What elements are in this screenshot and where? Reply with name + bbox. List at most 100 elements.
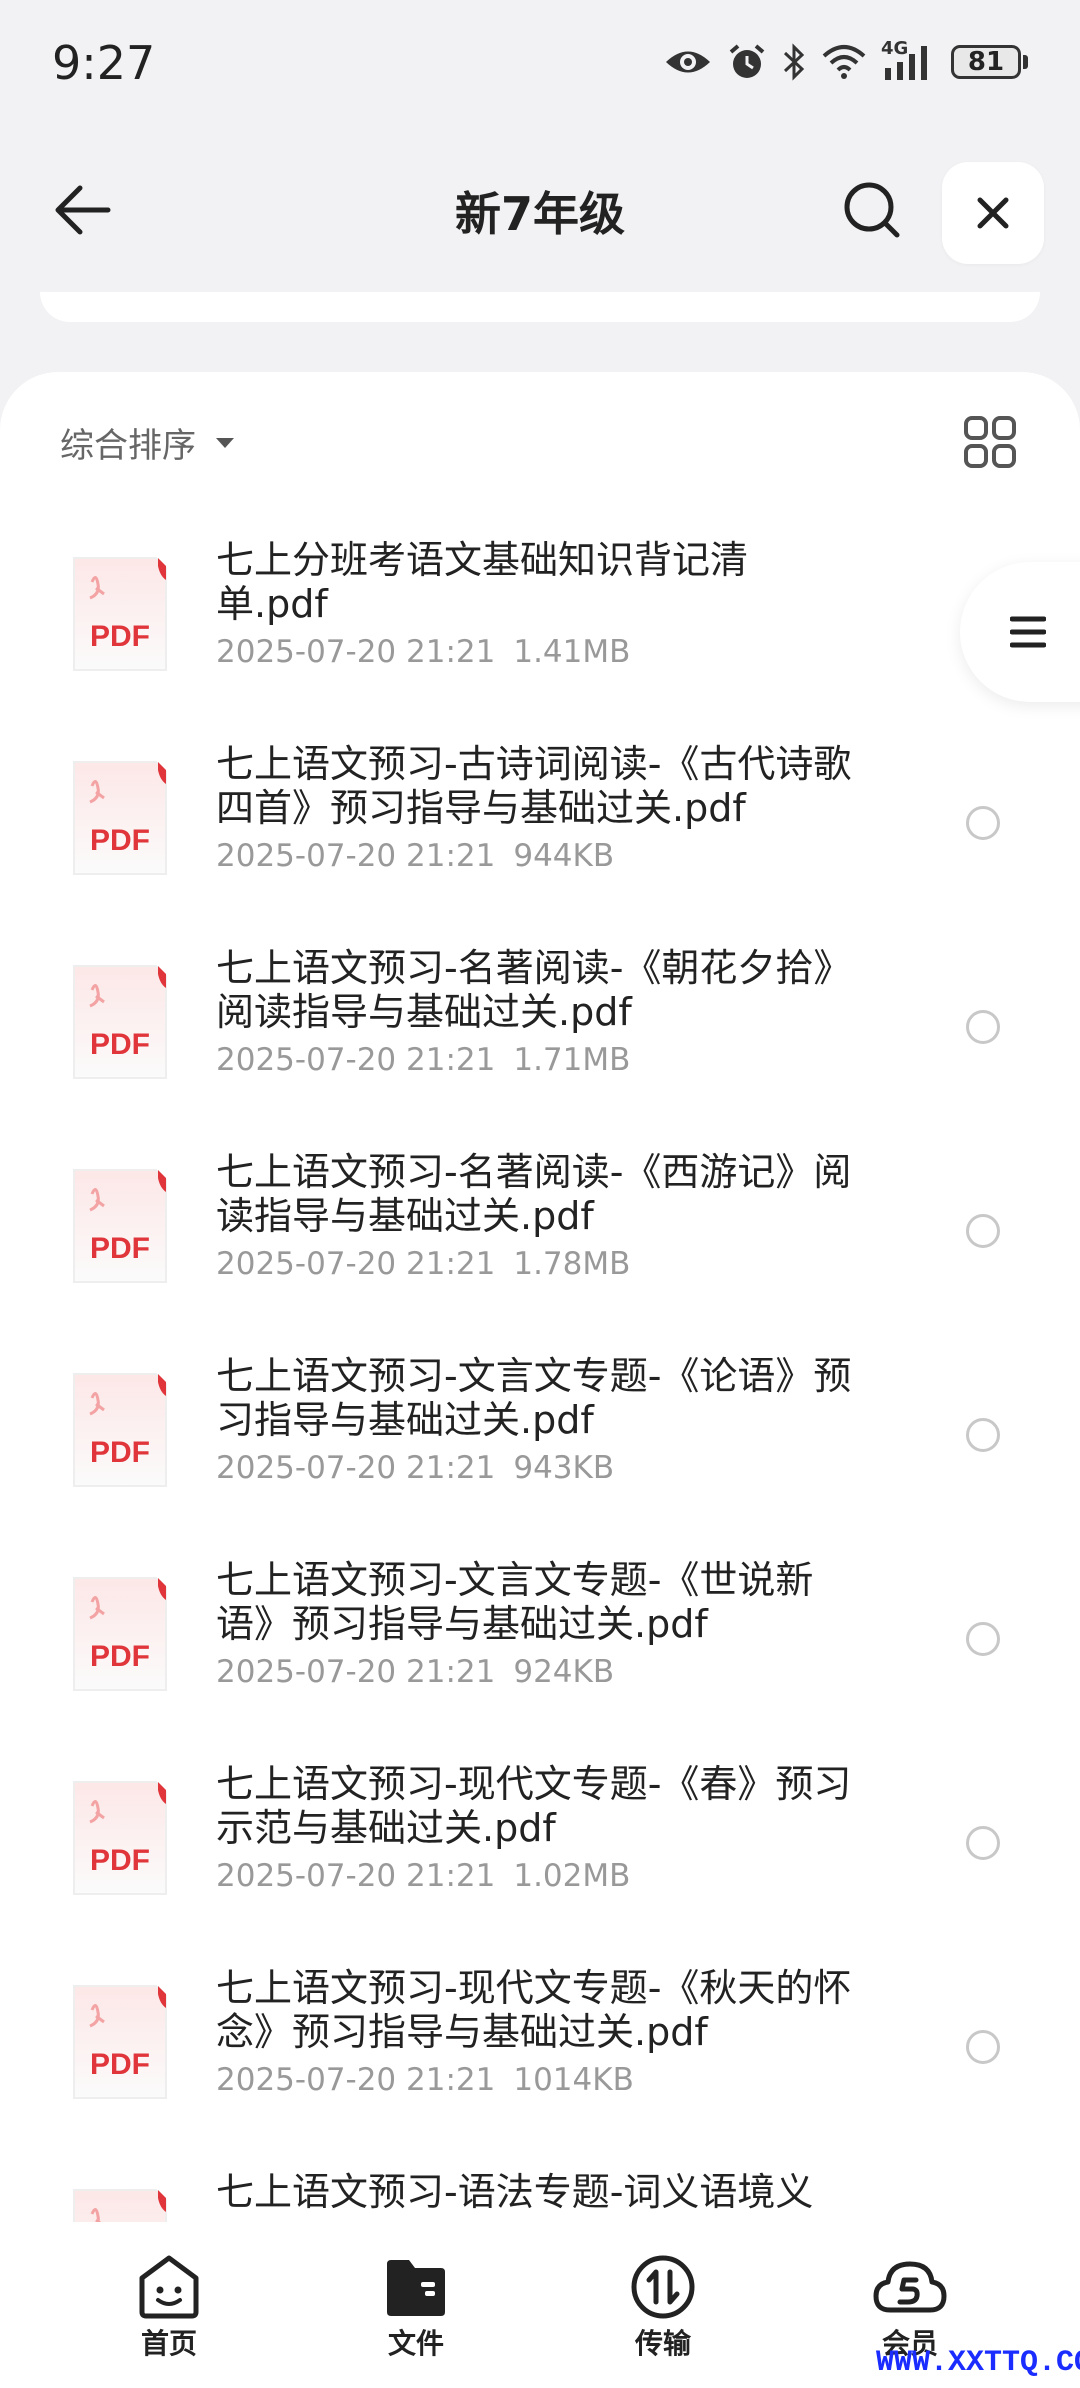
search-button[interactable]: [832, 170, 912, 250]
status-time: 9:27: [52, 36, 156, 90]
cellular-signal-icon: 4G: [881, 38, 937, 82]
pdf-file-icon: PDF: [70, 554, 170, 674]
file-size: 1.71MB: [513, 1042, 631, 1078]
file-meta: 2025-07-20 21:21 1.41MB: [216, 634, 630, 670]
file-size: 1.41MB: [513, 634, 631, 670]
back-button[interactable]: [46, 174, 118, 246]
file-date: 2025-07-20 21:21: [216, 1654, 496, 1690]
close-icon: [977, 197, 1009, 229]
nav-home-label: 首页: [140, 2327, 197, 2360]
nav-transfer-label: 传输: [634, 2327, 691, 2360]
header: 新7年级: [0, 140, 1080, 280]
folder-icon: [387, 2260, 445, 2316]
file-size: 1.02MB: [513, 1858, 631, 1894]
grid-icon: [964, 416, 1016, 468]
bluetooth-icon: [783, 43, 805, 81]
arrow-left-icon: [55, 185, 111, 235]
select-radio[interactable]: [966, 1826, 1000, 1860]
pdf-file-icon: PDF: [70, 1574, 170, 1694]
nav-home[interactable]: 首页: [89, 2254, 249, 2362]
pdf-label: PDF: [90, 2048, 150, 2081]
caret-down-icon: [216, 437, 234, 448]
sort-dropdown[interactable]: 综合排序: [60, 418, 236, 467]
pdf-label: PDF: [90, 1232, 150, 1265]
pdf-file-icon: PDF: [70, 1778, 170, 1898]
file-size: 943KB: [513, 1450, 615, 1486]
file-size: 924KB: [513, 1654, 615, 1690]
select-radio[interactable]: [966, 1622, 1000, 1656]
select-radio[interactable]: [966, 1214, 1000, 1248]
file-row[interactable]: PDF 七上分班考语文基础知识背记清单.pdf 2025-07-20 21:21 1.…: [0, 522, 1080, 726]
sort-label: 综合排序: [60, 426, 196, 466]
pdf-label: PDF: [90, 1844, 150, 1877]
file-date: 2025-07-20 21:21: [216, 1858, 496, 1894]
select-radio[interactable]: [966, 1010, 1000, 1044]
file-meta: 2025-07-20 21:21 1.02MB: [216, 1858, 630, 1894]
pdf-file-icon: PDF: [70, 758, 170, 878]
file-list-card: 综合排序 PDF 七上分班考语文基础知识背记清单.pdf 2025-07-20 21…: [0, 372, 1080, 2252]
file-meta: 2025-07-20 21:21 924KB: [216, 1654, 614, 1690]
file-date: 2025-07-20 21:21: [216, 634, 496, 670]
menu-icon: [1010, 616, 1046, 648]
pdf-file-icon: PDF: [70, 1370, 170, 1490]
pdf-label: PDF: [90, 620, 150, 653]
file-date: 2025-07-20 21:21: [216, 2062, 496, 2098]
pdf-label: PDF: [90, 1028, 150, 1061]
pdf-label: PDF: [90, 1640, 150, 1673]
transfer-icon: [631, 2255, 695, 2319]
file-row[interactable]: PDF 七上语文预习-名著阅读-《朝花夕拾》阅读指导与基础过关.pdf 2025-0…: [0, 930, 1080, 1134]
file-date: 2025-07-20 21:21: [216, 1246, 496, 1282]
file-row[interactable]: PDF 七上语文预习-古诗词阅读-《古代诗歌四首》预习指导与基础过关.pdf 202…: [0, 726, 1080, 930]
file-row[interactable]: PDF 七上语文预习-现代文专题-《春》预习示范与基础过关.pdf 2025-07-…: [0, 1746, 1080, 1950]
file-row[interactable]: PDF 七上语文预习-现代文专题-《秋天的怀念》预习指导与基础过关.pdf 2025…: [0, 1950, 1080, 2154]
eye-icon: [666, 51, 710, 73]
file-row[interactable]: PDF 七上语文预习-文言文专题-《世说新语》预习指导与基础过关.pdf 2025-…: [0, 1542, 1080, 1746]
alarm-icon: [729, 44, 765, 78]
nav-files-label: 文件: [387, 2327, 444, 2360]
file-name: 七上语文预习-现代文专题-《秋天的怀念》预习指导与基础过关.pdf: [216, 1966, 852, 2054]
file-meta: 2025-07-20 21:21 1014KB: [216, 2062, 634, 2098]
file-name: 七上语文预习-名著阅读-《朝花夕拾》阅读指导与基础过关.pdf: [216, 946, 852, 1034]
file-date: 2025-07-20 21:21: [216, 1450, 496, 1486]
file-meta: 2025-07-20 21:21 944KB: [216, 838, 614, 874]
nav-transfer[interactable]: 传输: [583, 2254, 743, 2362]
file-name: 七上语文预习-文言文专题-《世说新语》预习指导与基础过关.pdf: [216, 1558, 814, 1646]
wifi-icon: [822, 45, 866, 79]
pdf-file-icon: PDF: [70, 1166, 170, 1286]
status-bar: 9:27 4G 81: [0, 0, 1080, 130]
file-date: 2025-07-20 21:21: [216, 1042, 496, 1078]
file-name: 七上语文预习-现代文专题-《春》预习示范与基础过关.pdf: [216, 1762, 852, 1850]
file-meta: 2025-07-20 21:21 1.78MB: [216, 1246, 630, 1282]
file-name: 七上语文预习-文言文专题-《论语》预习指导与基础过关.pdf: [216, 1354, 852, 1442]
pdf-file-icon: PDF: [70, 1982, 170, 2102]
file-meta: 2025-07-20 21:21 943KB: [216, 1450, 614, 1486]
file-name: 七上语文预习-名著阅读-《西游记》阅读指导与基础过关.pdf: [216, 1150, 852, 1238]
pdf-label: PDF: [90, 824, 150, 857]
file-name: 七上语文预习-古诗词阅读-《古代诗歌四首》预习指导与基础过关.pdf: [216, 742, 852, 830]
grid-view-button[interactable]: [960, 412, 1020, 472]
file-name: 七上语文预习-语法专题-词义语境义: [216, 2170, 814, 2214]
file-size: 1014KB: [513, 2062, 634, 2098]
pdf-file-icon: PDF: [70, 962, 170, 1082]
pdf-label: PDF: [90, 1436, 150, 1469]
select-radio[interactable]: [966, 1418, 1000, 1452]
collapsed-panel-edge: [40, 292, 1040, 322]
file-row[interactable]: PDF 七上语文预习-文言文专题-《论语》预习指导与基础过关.pdf 2025-07…: [0, 1338, 1080, 1542]
nav-files[interactable]: 文件: [336, 2254, 496, 2362]
file-size: 1.78MB: [513, 1246, 631, 1282]
search-icon: [844, 182, 900, 238]
file-size: 944KB: [513, 838, 615, 874]
watermark: WWW.XXTTQ.COM: [876, 2346, 1080, 2380]
status-icons: 4G 81: [663, 38, 1028, 82]
battery-icon: 81: [951, 45, 1028, 79]
home-face-icon: [139, 2255, 199, 2319]
close-button[interactable]: [942, 162, 1044, 264]
cloud-member-icon: [873, 2261, 947, 2313]
file-row[interactable]: PDF 七上语文预习-名著阅读-《西游记》阅读指导与基础过关.pdf 2025-07…: [0, 1134, 1080, 1338]
select-radio[interactable]: [966, 2030, 1000, 2064]
select-radio[interactable]: [966, 806, 1000, 840]
file-name: 七上分班考语文基础知识背记清单.pdf: [216, 538, 749, 626]
page-title: 新7年级: [454, 187, 625, 241]
file-meta: 2025-07-20 21:21 1.71MB: [216, 1042, 630, 1078]
file-date: 2025-07-20 21:21: [216, 838, 496, 874]
